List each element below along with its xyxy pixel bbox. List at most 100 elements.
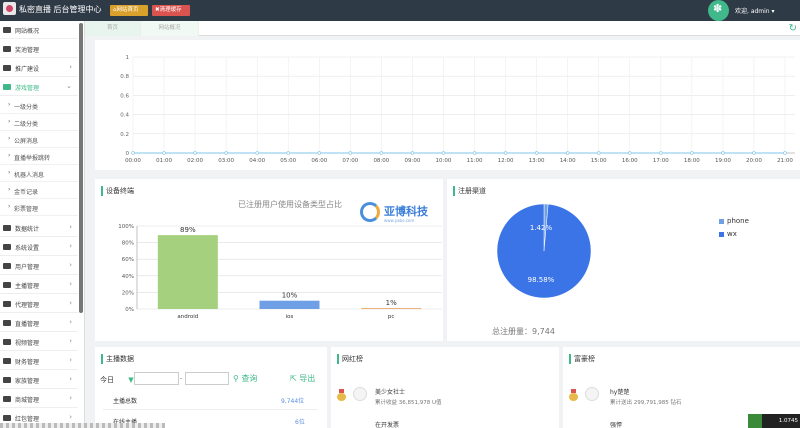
data-point — [721, 151, 725, 155]
sidebar-item[interactable]: 数据统计 › — [0, 219, 78, 237]
start-date-input[interactable] — [134, 372, 179, 385]
sidebar-item[interactable]: 财务管理 › — [0, 352, 78, 370]
sidebar-item-label: 奖池管理 — [15, 47, 40, 54]
x-tick-label: 02:00 — [187, 158, 203, 164]
sidebar-subitem[interactable]: › 直播举报跳转 — [0, 148, 78, 165]
flag-icon — [3, 65, 11, 71]
anchor-panel-title: 主播数据 — [101, 354, 134, 364]
x-tick-label: 07:00 — [342, 158, 358, 164]
data-point — [659, 151, 663, 155]
sidebar-item[interactable]: 主播管理 › — [0, 276, 78, 294]
user-menu[interactable]: 欢迎, admin ▾ — [708, 0, 800, 21]
x-tick-label: android — [177, 314, 198, 320]
caret-right-icon: › — [8, 169, 11, 176]
total-register: 总注册量：9,744 — [492, 327, 555, 336]
data-point — [255, 151, 259, 155]
logo — [3, 2, 16, 15]
caret-right-icon: › — [8, 135, 11, 142]
x-tick-label: 05:00 — [280, 158, 296, 164]
sidebar-subitem-label: 机器人消息 — [14, 172, 45, 179]
live-icon — [3, 320, 11, 326]
sidebar-item-label: 财务管理 — [15, 359, 40, 366]
sidebar-item[interactable]: 商城管理 › — [0, 390, 78, 408]
data-point — [565, 151, 570, 155]
y-tick-label: 20% — [122, 290, 134, 296]
chevron-icon: ⌄ — [66, 82, 72, 90]
sidebar-item[interactable]: 直播管理 › — [0, 314, 78, 332]
sidebar-item[interactable]: 游戏管理 ⌄ — [0, 78, 78, 96]
data-point — [752, 151, 756, 155]
data-point — [410, 151, 415, 155]
sidebar-item[interactable]: 家族管理 › — [0, 371, 78, 389]
avatar[interactable] — [585, 387, 599, 401]
data-point — [348, 151, 353, 155]
legend-wx[interactable]: wx — [719, 230, 737, 238]
anchor-total-value: 9,744位 — [281, 398, 305, 405]
tab-overview[interactable]: 网站概况 — [141, 21, 199, 36]
sidebar-item[interactable]: 视频管理 › — [0, 333, 78, 351]
data-point — [317, 151, 321, 155]
avatar[interactable] — [353, 387, 367, 401]
watermark: 亚博科技 www.yabo.com — [360, 200, 440, 230]
x-tick-label: ios — [286, 314, 294, 320]
sidebar-subitem[interactable]: › 一级分类 — [0, 97, 78, 114]
sidebar-subitem[interactable]: › 金币记录 — [0, 182, 78, 199]
y-tick-label: 0.2 — [120, 132, 129, 138]
sidebar-item-label: 商城管理 — [15, 397, 40, 404]
bar-chart-icon — [3, 27, 11, 33]
influencer-name[interactable]: 美少女社士 — [375, 387, 405, 396]
influencer-name-2[interactable]: 在开发票 — [375, 420, 399, 428]
sidebar-item-label: 游戏管理 — [15, 85, 40, 92]
search-icon: ⚲ — [233, 374, 239, 383]
home-button[interactable]: ⌂网站首页 — [110, 5, 148, 16]
sidebar-scrollbar[interactable] — [79, 23, 83, 313]
x-tick-label: 21:00 — [777, 158, 793, 164]
sidebar-subitem-label: 彩票管理 — [14, 206, 39, 213]
shop-icon — [3, 396, 11, 402]
gold-medal-icon — [569, 389, 578, 401]
register-pie-chart: 1.42% 98.58% — [496, 203, 592, 299]
query-button[interactable]: ⚲ 查询 — [233, 373, 257, 384]
x-tick-label: 13:00 — [529, 158, 545, 164]
bar-chart-title: 已注册用户使用设备类型占比 — [238, 199, 342, 209]
clear-cache-button[interactable]: ✖清理缓存 — [152, 5, 190, 16]
sidebar-subitem[interactable]: › 机器人消息 — [0, 165, 78, 182]
chevron-icon: › — [69, 63, 72, 71]
x-tick-label: 16:00 — [622, 158, 638, 164]
period-select[interactable]: 今日 ▼ — [100, 375, 134, 385]
sidebar-subitem[interactable]: › 公屏消息 — [0, 131, 78, 148]
share-icon — [3, 301, 11, 307]
refresh-icon[interactable]: ↻ — [789, 21, 797, 36]
user-avatar-icon[interactable] — [708, 0, 729, 21]
bar-value-label: 89% — [180, 226, 196, 234]
pie-label: 98.58% — [528, 276, 555, 284]
rich-name-2[interactable]: 强悍 — [610, 420, 622, 428]
chevron-icon: › — [69, 261, 72, 269]
influencer-panel: 网红榜 美少女社士 累计收益 36,851,978 U值 在开发票 — [331, 347, 559, 428]
sidebar-item[interactable]: 代理管理 › — [0, 295, 78, 313]
y-tick-label: 0.8 — [120, 74, 129, 80]
welcome-text[interactable]: 欢迎, admin ▾ — [735, 6, 775, 15]
x-tick-label: 06:00 — [311, 158, 327, 164]
sidebar-item-label: 推广建设 — [15, 66, 40, 73]
sidebar-subitem[interactable]: › 彩票管理 — [0, 199, 78, 216]
sidebar-item[interactable]: 网站概况 — [0, 21, 78, 39]
tab-home[interactable]: 首页 — [85, 21, 141, 36]
legend-phone[interactable]: phone — [719, 217, 749, 225]
anchor-panel: 主播数据 今日 ▼ - ⚲ 查询 ⇱ 导出 主播总数 9,744位 在线主播 6… — [95, 347, 327, 428]
data-point — [503, 151, 508, 155]
end-date-input[interactable] — [185, 372, 229, 385]
sidebar-item[interactable]: 奖池管理 — [0, 40, 78, 58]
sidebar-item[interactable]: 推广建设 › — [0, 59, 78, 77]
rich-name[interactable]: hy楚楚 — [610, 387, 629, 396]
sidebar-item[interactable]: 用户管理 › — [0, 257, 78, 275]
sidebar-item-label: 系统设置 — [15, 245, 40, 252]
tabs-bar: 首页 网站概况 ↻ — [85, 21, 800, 36]
data-point — [286, 151, 290, 155]
export-button[interactable]: ⇱ 导出 — [290, 373, 315, 384]
x-tick-label: pc — [388, 314, 395, 320]
y-tick-label: 1 — [126, 55, 130, 61]
sidebar-item[interactable]: 系统设置 › — [0, 238, 78, 256]
y-tick-label: 40% — [122, 274, 134, 280]
sidebar-subitem[interactable]: › 二级分类 — [0, 114, 78, 131]
